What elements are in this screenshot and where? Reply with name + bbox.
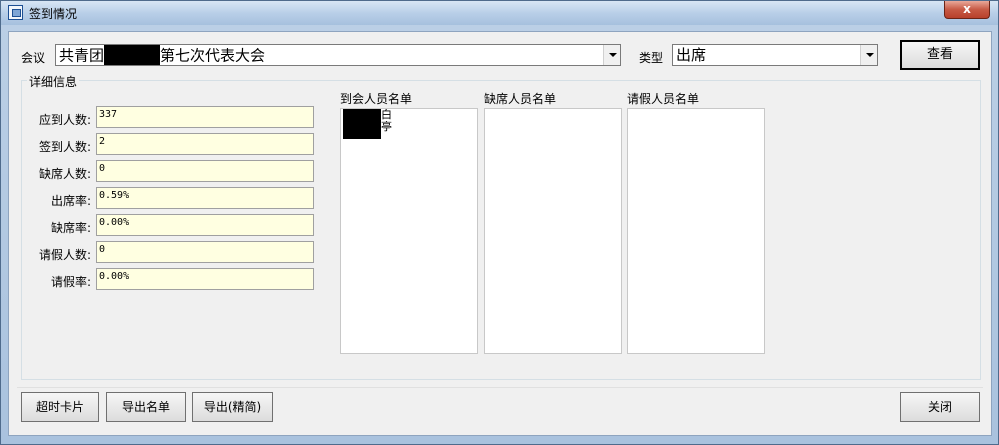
field-label-leave-rate: 请假率: — [50, 275, 91, 289]
query-button[interactable]: 查看 — [900, 40, 980, 70]
field-expected[interactable]: 337 — [96, 106, 314, 128]
export-simple-button[interactable]: 导出(精简) — [192, 392, 273, 422]
absent-list[interactable] — [484, 108, 622, 354]
redaction-block — [104, 45, 161, 65]
field-leave[interactable]: 0 — [96, 241, 314, 263]
field-label-expected: 应到人数: — [38, 113, 91, 127]
title-bar[interactable]: 签到情况 x — [1, 1, 998, 25]
window-icon — [8, 5, 23, 20]
meeting-value-suffix: 第七次代表大会 — [160, 46, 266, 65]
attended-list[interactable]: 白 亭 — [340, 108, 478, 354]
client-area: 会议 共青团 第七次代表大会 类型 出席 查看 详细信息 应到人数: 337 签到… — [8, 31, 992, 436]
leave-list-title: 请假人员名单 — [627, 92, 700, 106]
leave-list[interactable] — [627, 108, 765, 354]
export-list-button[interactable]: 导出名单 — [106, 392, 186, 422]
chevron-down-icon[interactable] — [603, 45, 620, 65]
field-label-absence-rate: 缺席率: — [50, 221, 91, 235]
window-title: 签到情况 — [29, 7, 78, 21]
meeting-label: 会议 — [21, 51, 46, 65]
field-leave-rate[interactable]: 0.00% — [96, 268, 314, 290]
type-label: 类型 — [639, 51, 664, 65]
field-absence-rate[interactable]: 0.00% — [96, 214, 314, 236]
field-label-attendance-rate: 出席率: — [50, 194, 91, 208]
window-close-button[interactable]: x — [944, 1, 990, 19]
overtime-card-button[interactable]: 超时卡片 — [21, 392, 99, 422]
attended-list-title: 到会人员名单 — [340, 92, 413, 106]
absent-list-title: 缺席人员名单 — [484, 92, 557, 106]
close-button[interactable]: 关闭 — [900, 392, 980, 422]
chevron-down-icon[interactable] — [860, 45, 877, 65]
dialog-window: 签到情况 x 会议 共青团 第七次代表大会 类型 出席 查看 详细信息 应到人数:… — [0, 0, 999, 445]
field-label-signed: 签到人数: — [38, 140, 91, 154]
field-label-leave: 请假人数: — [38, 248, 91, 262]
details-title: 详细信息 — [27, 73, 80, 90]
field-absent[interactable]: 0 — [96, 160, 314, 182]
type-select[interactable]: 出席 — [672, 44, 878, 66]
field-signed[interactable]: 2 — [96, 133, 314, 155]
field-attendance-rate[interactable]: 0.59% — [96, 187, 314, 209]
meeting-value-prefix: 共青团 — [59, 46, 105, 65]
field-label-absent: 缺席人数: — [38, 167, 91, 181]
type-value: 出席 — [676, 46, 707, 64]
redaction-block — [343, 109, 381, 139]
divider — [17, 387, 983, 388]
meeting-select[interactable]: 共青团 第七次代表大会 — [55, 44, 621, 66]
